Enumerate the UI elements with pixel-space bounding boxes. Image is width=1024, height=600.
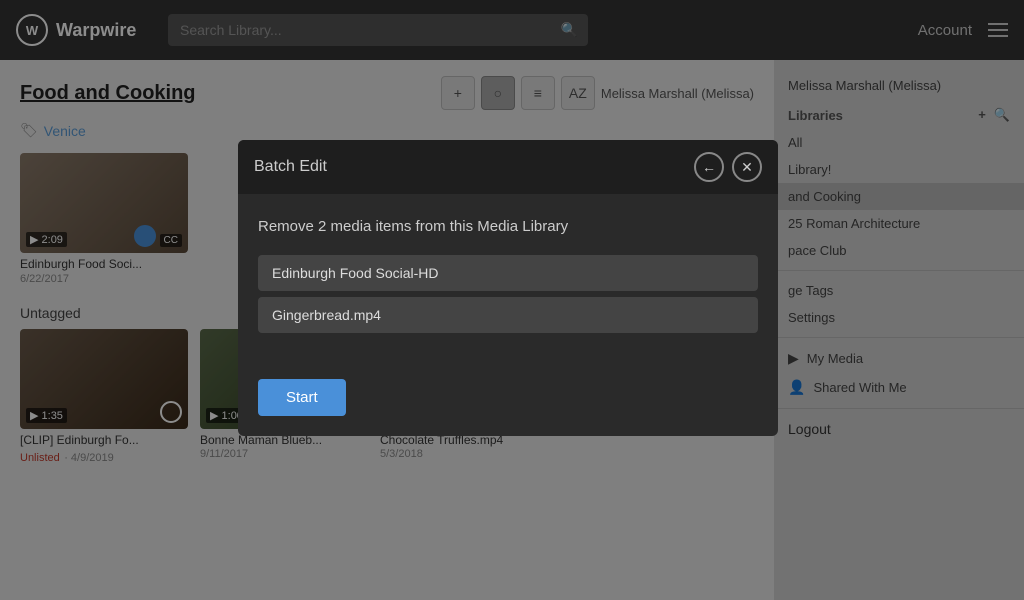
- modal-back-button[interactable]: ←: [694, 152, 724, 182]
- batch-edit-modal: Batch Edit ← ✕ Remove 2 media items from…: [238, 140, 778, 436]
- modal-message: Remove 2 media items from this Media Lib…: [258, 218, 758, 235]
- modal-header: Batch Edit ← ✕: [238, 140, 778, 194]
- modal-header-icons: ← ✕: [694, 152, 762, 182]
- modal-title: Batch Edit: [254, 158, 327, 176]
- modal-file-item: Edinburgh Food Social-HD: [258, 255, 758, 291]
- modal-file-item: Gingerbread.mp4: [258, 297, 758, 333]
- modal-footer: Start: [238, 363, 778, 436]
- modal-close-button[interactable]: ✕: [732, 152, 762, 182]
- start-button[interactable]: Start: [258, 379, 346, 416]
- modal-body: Remove 2 media items from this Media Lib…: [238, 194, 778, 363]
